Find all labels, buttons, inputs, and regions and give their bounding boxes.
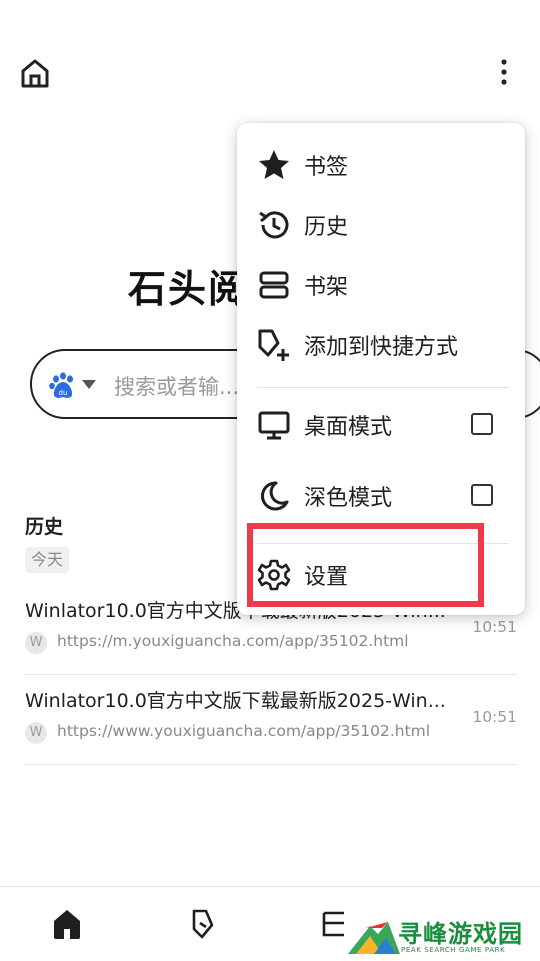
baidu-paw-icon: du (49, 372, 73, 398)
menu-item-bookshelf[interactable]: 书架 (237, 255, 525, 315)
search-input[interactable]: 搜索或者输... (114, 371, 239, 401)
moon-icon (256, 478, 292, 514)
svg-text:du: du (59, 389, 68, 397)
menu-item-add-shortcut[interactable]: 添加到快捷方式 (237, 315, 525, 375)
desktop-icon (256, 407, 292, 443)
date-group-label: 今天 (25, 547, 70, 573)
watermark: 寻峰游戏园 PEAK SEARCH GAME PARK (348, 912, 540, 960)
history-item-time: 10:51 (472, 708, 517, 726)
menu-item-label: 添加到快捷方式 (304, 335, 459, 360)
history-icon (256, 207, 292, 243)
menu-item-dark-mode[interactable]: 深色模式 (237, 466, 525, 526)
menu-item-label: 桌面模式 (304, 415, 393, 440)
history-item-time: 10:51 (472, 618, 517, 636)
brand-title: 石头阅 (128, 267, 249, 311)
menu-item-label: 书签 (304, 155, 349, 180)
menu-item-label: 深色模式 (304, 486, 393, 511)
star-icon (256, 147, 292, 183)
menu-item-bookmarks[interactable]: 书签 (237, 135, 525, 195)
menu-divider (257, 387, 509, 388)
favicon: W (25, 632, 47, 654)
history-item-url: https://m.youxiguancha.com/app/35102.htm… (57, 632, 409, 650)
watermark-subtitle: PEAK SEARCH GAME PARK (401, 946, 506, 954)
chevron-down-icon[interactable] (82, 380, 96, 390)
nav-home-button[interactable] (52, 907, 82, 941)
favicon: W (25, 722, 47, 744)
more-options-button[interactable] (492, 56, 516, 90)
bookshelf-icon (256, 267, 292, 303)
history-item[interactable]: Winlator10.0官方中文版下载最新版2025-Win... W http… (25, 674, 517, 765)
home-icon (21, 59, 49, 88)
add-shortcut-icon (256, 327, 292, 363)
history-item-title: Winlator10.0官方中文版下载最新版2025-Win... (25, 690, 446, 712)
dark-mode-checkbox[interactable] (471, 484, 493, 506)
history-heading: 历史 (25, 516, 64, 538)
history-item-url: https://www.youxiguancha.com/app/35102.h… (57, 722, 431, 740)
menu-item-label: 书架 (304, 275, 349, 300)
search-engine-selector[interactable]: du (48, 371, 78, 401)
menu-item-label: 历史 (304, 215, 349, 240)
settings-highlight-box (247, 523, 484, 607)
desktop-mode-checkbox[interactable] (471, 413, 493, 435)
bookshelf-icon (322, 911, 344, 937)
shortcut-icon (192, 909, 214, 939)
home-button[interactable] (18, 56, 52, 90)
watermark-title: 寻峰游戏园 (398, 920, 523, 948)
nav-bookshelf-button[interactable] (320, 907, 350, 941)
menu-item-desktop-mode[interactable]: 桌面模式 (237, 395, 525, 455)
mountain-logo-icon (348, 922, 400, 954)
more-vertical-icon (501, 59, 507, 85)
nav-shortcut-button[interactable] (188, 907, 218, 941)
menu-item-history[interactable]: 历史 (237, 195, 525, 255)
home-icon (54, 910, 80, 939)
